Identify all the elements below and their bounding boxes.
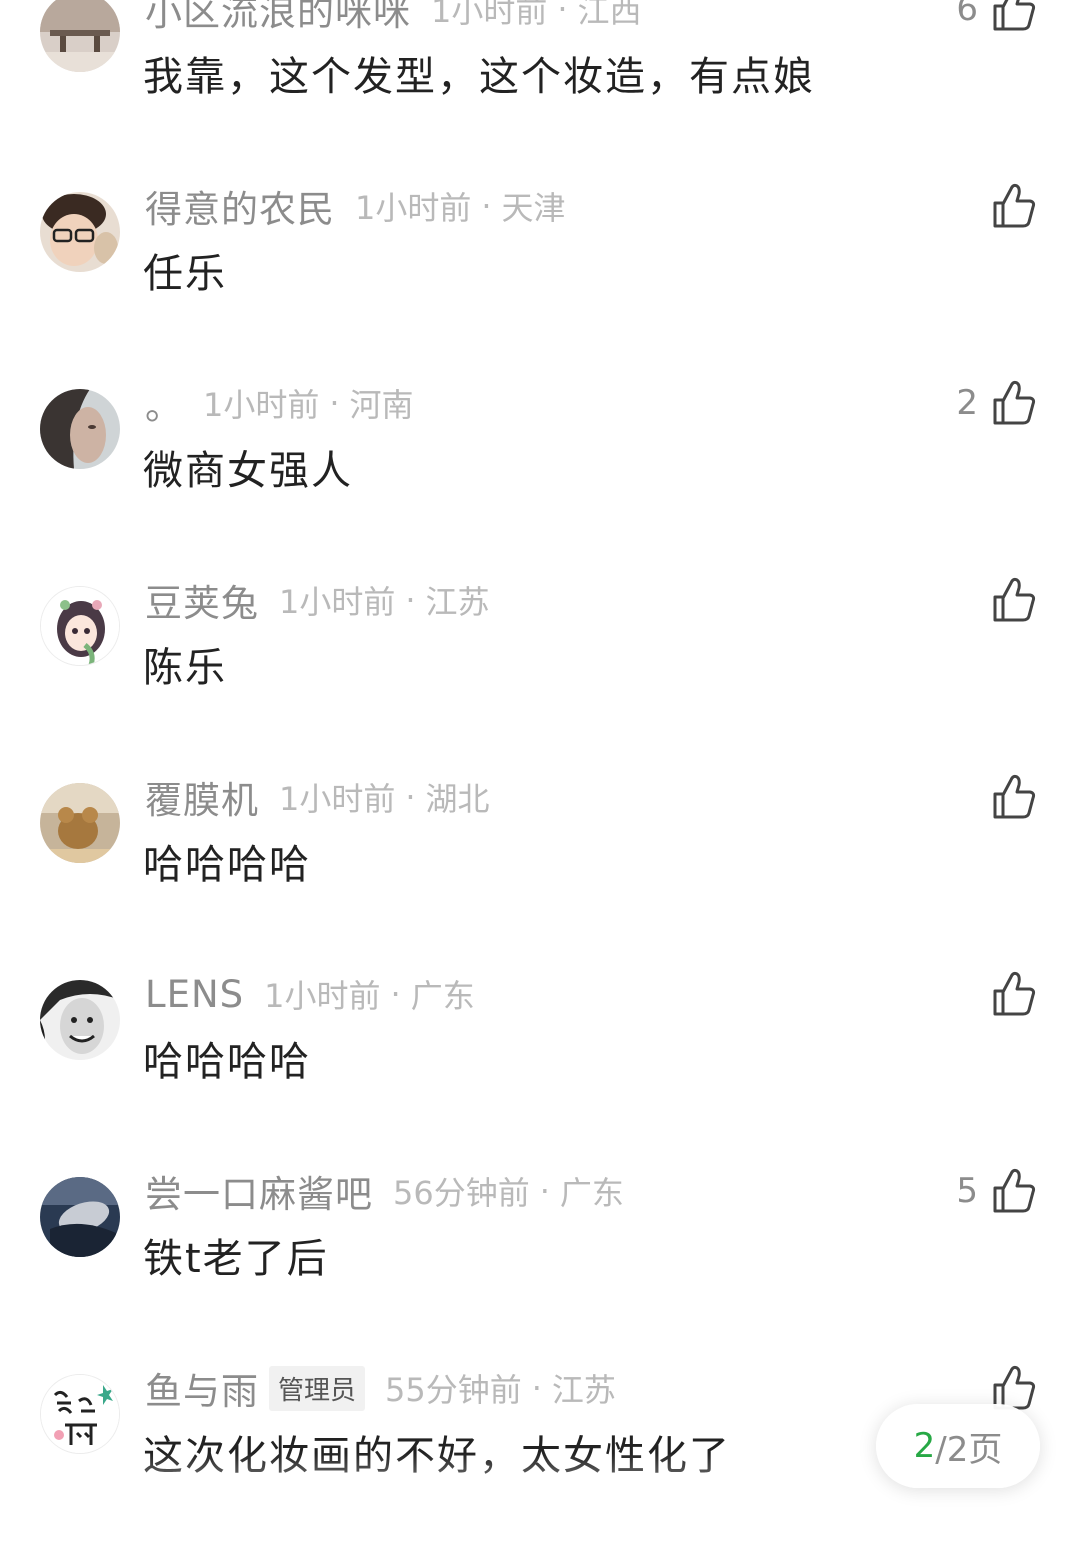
- avatar-photo-icon: [40, 192, 120, 272]
- region-label: 江苏: [425, 583, 490, 621]
- comment-text: 我靠，这个发型，这个妆造，有点娘: [143, 54, 815, 100]
- timestamp: 1小时前: [279, 780, 396, 818]
- comment-item: 小区流浪的咪咪 1小时前 · 江西 我靠，这个发型，这个妆造，有点娘 6: [0, 0, 1080, 183]
- avatar-calligraphy-icon: [41, 1375, 119, 1453]
- region-label: 江苏: [551, 1371, 616, 1409]
- comment-text: 微商女强人: [143, 448, 353, 494]
- comment-item: 。 1小时前 · 河南 微商女强人 2: [0, 380, 1080, 577]
- avatar[interactable]: [40, 980, 120, 1060]
- separator-dot: ·: [539, 1172, 550, 1210]
- comment-text: 陈乐: [143, 645, 227, 691]
- username[interactable]: 覆膜机: [145, 770, 259, 824]
- separator-dot: ·: [557, 0, 568, 28]
- avatar[interactable]: [40, 783, 120, 863]
- timestamp: 1小时前: [431, 0, 548, 30]
- username[interactable]: 小区流浪的咪咪: [145, 0, 411, 36]
- like-button[interactable]: 6: [956, 0, 1036, 32]
- separator-dot: ·: [531, 1369, 542, 1407]
- thumbs-up-icon[interactable]: [992, 1168, 1036, 1214]
- avatar-photo-icon: [40, 0, 120, 72]
- region-label: 天津: [501, 189, 566, 227]
- comment-meta: LENS 1小时前 · 广东: [145, 971, 475, 1017]
- avatar[interactable]: [40, 1177, 120, 1257]
- region-label: 湖北: [425, 780, 490, 818]
- comment-meta: 得意的农民 1小时前 · 天津: [145, 183, 566, 231]
- timestamp: 56分钟前: [393, 1174, 530, 1212]
- like-button[interactable]: [978, 774, 1036, 820]
- avatar[interactable]: [40, 1374, 120, 1454]
- comment-meta: 鱼与雨 管理员 55分钟前 · 江苏: [145, 1365, 616, 1413]
- comment-item: 覆膜机 1小时前 · 湖北 哈哈哈哈: [0, 774, 1080, 971]
- like-button[interactable]: 5: [956, 1168, 1036, 1214]
- thumbs-up-icon[interactable]: [992, 380, 1036, 426]
- avatar-photo-icon: [40, 980, 120, 1060]
- comment-text: 任乐: [143, 251, 227, 297]
- like-button[interactable]: [978, 577, 1036, 623]
- username[interactable]: 豆荚兔: [145, 573, 259, 627]
- username[interactable]: 。: [145, 376, 183, 430]
- comment-meta: 。 1小时前 · 河南: [145, 380, 414, 428]
- comment-text: 这次化妆画的不好，太女性化了: [143, 1433, 731, 1479]
- comment-item: LENS 1小时前 · 广东 哈哈哈哈: [0, 971, 1080, 1168]
- timestamp: 55分钟前: [385, 1371, 522, 1409]
- region-label: 河南: [349, 386, 414, 424]
- like-count: 5: [956, 1171, 978, 1211]
- region-label: 广东: [559, 1174, 624, 1212]
- thumbs-up-icon[interactable]: [992, 0, 1036, 32]
- comment-meta: 覆膜机 1小时前 · 湖北: [145, 774, 490, 822]
- thumbs-up-icon[interactable]: [992, 577, 1036, 623]
- timestamp: 1小时前: [264, 977, 381, 1015]
- thumbs-up-icon[interactable]: [992, 183, 1036, 229]
- comment-text: 哈哈哈哈: [143, 842, 311, 888]
- username[interactable]: 尝一口麻酱吧: [145, 1164, 373, 1218]
- username[interactable]: 鱼与雨: [145, 1361, 259, 1415]
- avatar[interactable]: [40, 586, 120, 666]
- thumbs-up-icon[interactable]: [992, 971, 1036, 1017]
- timestamp: 1小时前: [355, 189, 472, 227]
- like-button[interactable]: 2: [956, 380, 1036, 426]
- avatar-photo-icon: [40, 389, 120, 469]
- separator-dot: ·: [390, 975, 401, 1013]
- separator-dot: ·: [481, 187, 492, 225]
- like-button[interactable]: [978, 183, 1036, 229]
- comment-meta: 小区流浪的咪咪 1小时前 · 江西: [145, 0, 642, 34]
- thumbs-up-icon[interactable]: [992, 774, 1036, 820]
- avatar-photo-icon: [40, 1177, 120, 1257]
- separator-dot: ·: [329, 384, 340, 422]
- like-button[interactable]: [978, 971, 1036, 1017]
- username[interactable]: LENS: [145, 973, 244, 1016]
- comment-meta: 尝一口麻酱吧 56分钟前 · 广东: [145, 1168, 624, 1216]
- separator-dot: ·: [405, 581, 416, 619]
- admin-badge: 管理员: [269, 1365, 366, 1411]
- avatar-cartoon-icon: [41, 587, 119, 665]
- comment-meta: 豆荚兔 1小时前 · 江苏: [145, 577, 490, 625]
- avatar-photo-icon: [40, 783, 120, 863]
- region-label: 广东: [410, 977, 475, 1015]
- comment-item: 得意的农民 1小时前 · 天津 任乐: [0, 183, 1080, 380]
- comment-item: 豆荚兔 1小时前 · 江苏 陈乐: [0, 577, 1080, 774]
- username[interactable]: 得意的农民: [145, 179, 335, 233]
- avatar[interactable]: [40, 0, 120, 72]
- timestamp: 1小时前: [203, 386, 320, 424]
- region-label: 江西: [577, 0, 642, 30]
- separator-dot: ·: [405, 778, 416, 816]
- page-total: /2页: [935, 1429, 1003, 1470]
- like-count: 6: [956, 0, 978, 29]
- comment-text: 铁t老了后: [143, 1236, 329, 1282]
- timestamp: 1小时前: [279, 583, 396, 621]
- avatar[interactable]: [40, 389, 120, 469]
- comment-text: 哈哈哈哈: [143, 1039, 311, 1085]
- avatar[interactable]: [40, 192, 120, 272]
- comment-item: 尝一口麻酱吧 56分钟前 · 广东 铁t老了后 5: [0, 1168, 1080, 1365]
- page-indicator[interactable]: 2/2页: [876, 1404, 1040, 1488]
- like-count: 2: [956, 383, 978, 423]
- current-page: 2: [913, 1426, 936, 1466]
